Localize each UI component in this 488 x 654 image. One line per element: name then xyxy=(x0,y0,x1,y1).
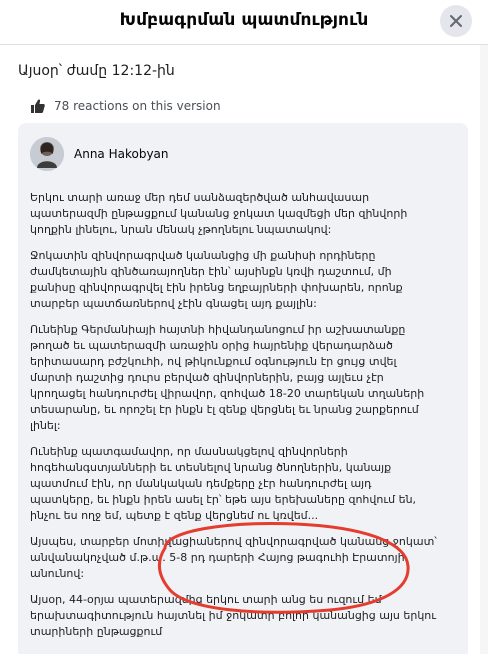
post-author: Anna Hakobyan xyxy=(30,137,169,171)
post-body: Երկու տարի առաջ մեր դեմ սանձազերծված անհ… xyxy=(30,190,438,650)
post-card: Anna Hakobyan Երկու տարի առաջ մեր դեմ սա… xyxy=(18,123,468,654)
close-icon xyxy=(450,15,462,27)
post-paragraph: Երկու տարի առաջ մեր դեմ սանձազերծված անհ… xyxy=(30,191,408,236)
author-name[interactable]: Anna Hakobyan xyxy=(74,147,169,161)
post-paragraph: Ջոկատին զինվորագրված կանանցից մի քանիսի … xyxy=(30,249,403,310)
dialog-title: Խմբագրման պատմություն xyxy=(119,10,369,30)
reactions-summary: 78 reactions on this version xyxy=(30,98,221,114)
dialog-header: Խմբագրման պատմություն xyxy=(0,0,488,45)
scrollbar[interactable] xyxy=(480,45,488,654)
reactions-label: 78 reactions on this version xyxy=(54,99,221,113)
post-paragraph: Ունեինք Գերմանիայի հայտնի հիվանդանոցում … xyxy=(30,323,425,432)
history-scroll-area[interactable]: Այսօր՝ ժամը 12:12-ին 78 reactions on thi… xyxy=(0,45,488,654)
avatar[interactable] xyxy=(30,137,64,171)
like-icon xyxy=(31,99,45,113)
version-time: Այսօր՝ ժամը 12:12-ին xyxy=(18,63,175,79)
post-paragraph: Այսօր, 44-օրյա պատերազմից երկու տարի անց… xyxy=(30,593,437,638)
post-paragraph: Ունեինք պատգամավոր, որ մասնակցելով զինվո… xyxy=(30,445,417,522)
post-paragraph: Այսպես, տարբեր մոտիվացիաներով զինվորագրվ… xyxy=(30,535,437,580)
close-button[interactable] xyxy=(440,5,472,37)
